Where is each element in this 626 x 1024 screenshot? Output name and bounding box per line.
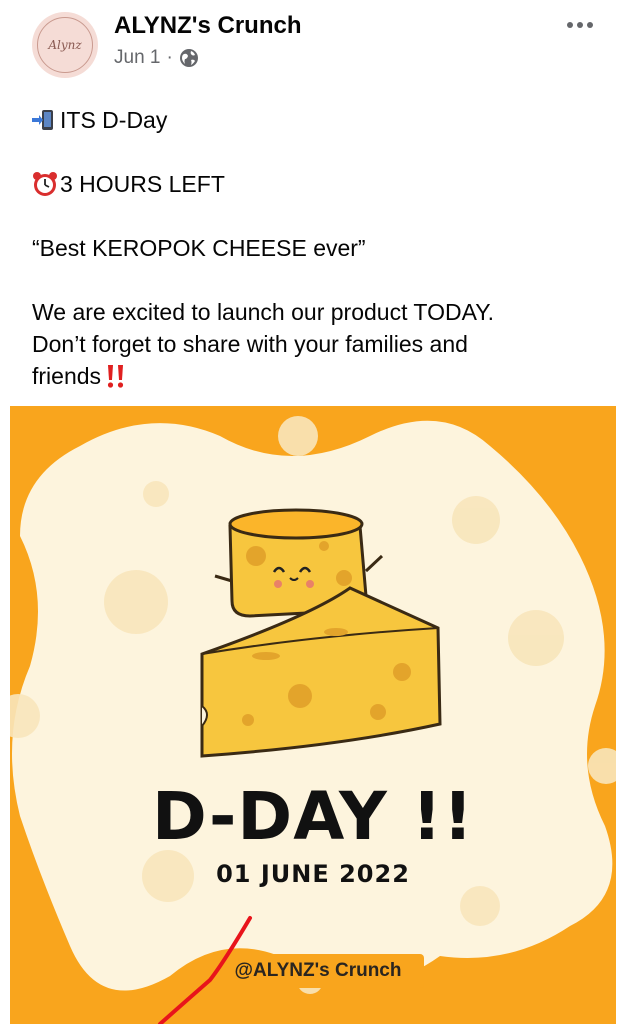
post-line-3-text: “Best KEROPOK CHEESE ever” [32,235,366,261]
double-exclamation-emoji-icon [107,365,124,388]
post-header: Alynz ALYNZ's Crunch Jun 1 · [0,0,626,90]
post-line-2-text: 3 HOURS LEFT [60,171,225,197]
page-avatar[interactable]: Alynz [32,12,98,78]
post-line-4: We are excited to launch our product TOD… [32,296,602,328]
alarm-clock-emoji-icon [33,172,57,196]
post-line-2: 3 HOURS LEFT [32,168,602,200]
poster-title: D-DAY !! [152,778,474,855]
avatar-logo: Alynz [37,17,93,73]
post-line-6: friends [32,360,602,392]
post-meta: Jun 1 · [114,47,199,69]
post-line-5-text: Don’t forget to share with your families… [32,331,468,357]
d-day-poster [10,406,616,1024]
globe-icon [179,49,198,67]
post-line-1-text: ITS D-Day [60,107,168,133]
post-line-5: Don’t forget to share with your families… [32,328,602,360]
meta-separator: · [166,47,173,68]
page-name-link[interactable]: ALYNZ's Crunch [114,12,302,40]
post-text: ITS D-Day 3 HOURS LEFT “Best KEROPOK CHE… [32,104,602,392]
mobile-arrow-emoji-icon [32,110,53,130]
post-image[interactable]: D-DAY !! 01 JUNE 2022 @ALYNZ's Crunch [10,406,616,1024]
post-line-1: ITS D-Day [32,104,602,136]
post-line-4-text: We are excited to launch our product TOD… [32,299,494,325]
poster-handle: @ALYNZ's Crunch [212,954,424,988]
poster-date: 01 JUNE 2022 [216,860,410,888]
post-date[interactable]: Jun 1 [114,47,160,69]
post-line-6-text: friends [32,363,102,389]
post-line-3: “Best KEROPOK CHEESE ever” [32,232,602,264]
more-options-icon[interactable] [558,8,602,42]
